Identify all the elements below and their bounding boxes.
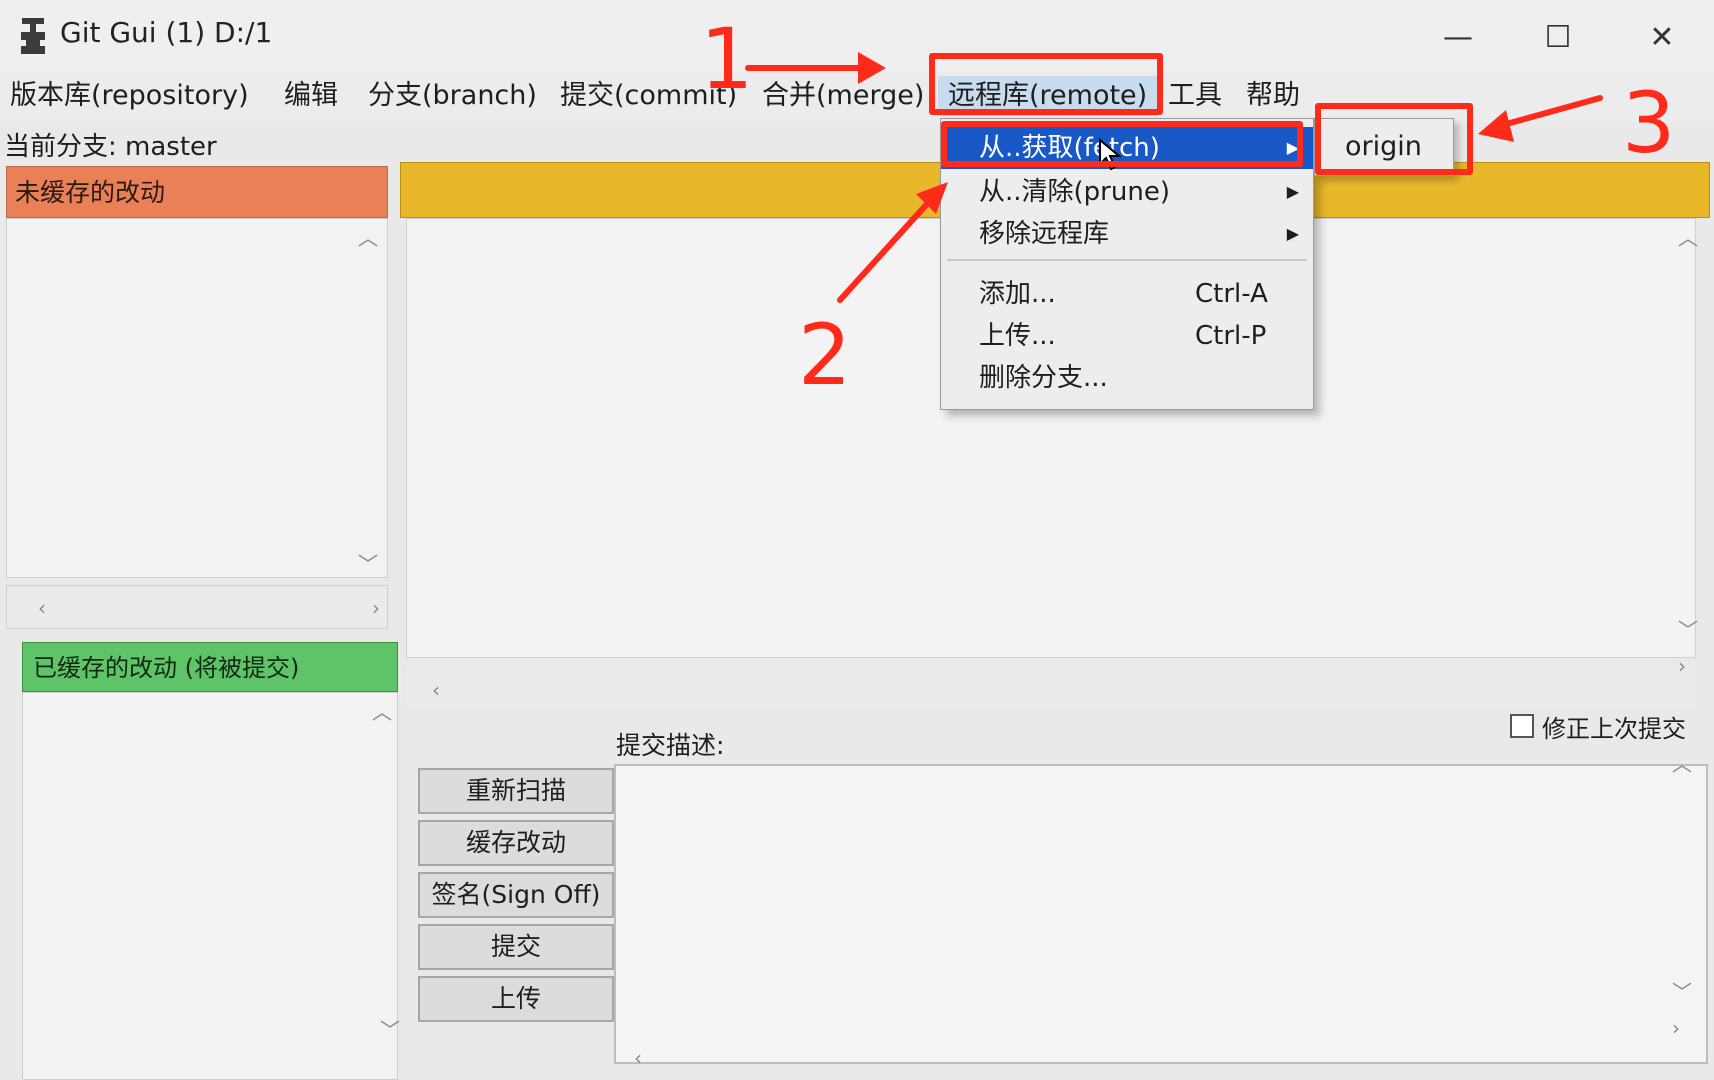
menu-item-push[interactable]: 上传... Ctrl-P — [941, 315, 1313, 357]
menu-item-shortcut: Ctrl-P — [1195, 321, 1267, 351]
rescan-button[interactable]: 重新扫描 — [418, 768, 614, 814]
scroll-down-icon[interactable]: ﹀ — [1670, 980, 1694, 1004]
scroll-left-icon[interactable]: ‹ — [626, 1046, 650, 1070]
scroll-up-icon[interactable]: ︿ — [370, 700, 394, 724]
git-gui-icon — [21, 18, 45, 54]
scroll-up-icon[interactable]: ︿ — [1676, 226, 1700, 250]
amend-last-commit[interactable]: 修正上次提交 — [1510, 708, 1686, 744]
commit-description-label: 提交描述: — [616, 731, 725, 760]
submenu-arrow-icon: ▶ — [1286, 138, 1299, 157]
minimize-icon[interactable]: — — [1430, 14, 1486, 62]
staged-changes-list[interactable] — [22, 692, 398, 1080]
menu-item-label: 从..获取(fetch) — [979, 133, 1160, 163]
commit-button[interactable]: 提交 — [418, 924, 614, 970]
current-branch-label: 当前分支: master — [4, 132, 217, 162]
scroll-right-icon[interactable]: › — [364, 596, 388, 620]
remote-menu-dropdown: 从..获取(fetch) ▶ 从..清除(prune) ▶ 移除远程库 ▶ 添加… — [940, 118, 1314, 410]
scroll-left-icon[interactable]: ‹ — [424, 678, 448, 702]
window-title: Git Gui (1) D:/1 — [60, 16, 273, 49]
submenu-arrow-icon: ▶ — [1286, 182, 1299, 201]
menu-branch[interactable]: 分支(branch) — [368, 76, 537, 116]
maximize-icon[interactable]: ☐ — [1530, 14, 1586, 62]
submenu-arrow-icon: ▶ — [1286, 224, 1299, 243]
menu-item-label: 从..清除(prune) — [979, 177, 1170, 207]
menu-item-label: 上传... — [979, 321, 1056, 351]
sign-off-button[interactable]: 签名(Sign Off) — [418, 872, 614, 918]
menu-item-prune-from[interactable]: 从..清除(prune) ▶ — [941, 171, 1313, 213]
commit-message-textarea[interactable] — [614, 764, 1708, 1064]
menu-item-label: 删除分支... — [979, 363, 1108, 393]
menu-repository[interactable]: 版本库(repository) — [10, 76, 249, 116]
scroll-left-icon[interactable]: ‹ — [30, 596, 54, 620]
push-button[interactable]: 上传 — [418, 976, 614, 1022]
menu-separator — [947, 259, 1307, 261]
close-icon[interactable]: ✕ — [1634, 14, 1690, 62]
menu-item-label: 移除远程库 — [979, 219, 1110, 249]
horizontal-scrollbar[interactable] — [406, 665, 1696, 709]
menu-item-delete-branch[interactable]: 删除分支... — [941, 357, 1313, 399]
menu-edit[interactable]: 编辑 — [284, 76, 338, 116]
amend-label: 修正上次提交 — [1542, 714, 1686, 743]
menu-item-shortcut: Ctrl-A — [1195, 279, 1268, 309]
scroll-right-icon[interactable]: › — [1664, 1016, 1688, 1040]
scroll-down-icon[interactable]: ﹀ — [1676, 618, 1700, 642]
menu-item-remove-remote[interactable]: 移除远程库 ▶ — [941, 213, 1313, 255]
unstaged-changes-list[interactable] — [6, 218, 388, 578]
staged-changes-header: 已缓存的改动 (将被提交) — [22, 642, 398, 692]
menu-remote[interactable]: 远程库(remote) — [938, 76, 1158, 116]
menu-item-add[interactable]: 添加... Ctrl-A — [941, 273, 1313, 315]
horizontal-scrollbar[interactable] — [6, 585, 388, 629]
submenu-remote-origin[interactable]: origin — [1314, 118, 1454, 176]
menu-tools[interactable]: 工具 — [1168, 76, 1222, 116]
menu-item-fetch-from[interactable]: 从..获取(fetch) ▶ — [941, 127, 1313, 169]
amend-checkbox[interactable] — [1510, 714, 1534, 738]
stage-changes-button[interactable]: 缓存改动 — [418, 820, 614, 866]
scroll-up-icon[interactable]: ︿ — [356, 226, 380, 250]
scroll-down-icon[interactable]: ﹀ — [378, 1018, 402, 1042]
scroll-up-icon[interactable]: ︿ — [1670, 752, 1694, 776]
scroll-down-icon[interactable]: ﹀ — [356, 552, 380, 576]
scroll-right-icon[interactable]: › — [1670, 654, 1694, 678]
menu-merge[interactable]: 合并(merge) — [762, 76, 924, 116]
mouse-cursor-icon — [1099, 138, 1122, 171]
unstaged-changes-header: 未缓存的改动 — [6, 166, 388, 218]
menu-help[interactable]: 帮助 — [1246, 76, 1300, 116]
menu-commit[interactable]: 提交(commit) — [560, 76, 737, 116]
menu-item-label: 添加... — [979, 279, 1056, 309]
